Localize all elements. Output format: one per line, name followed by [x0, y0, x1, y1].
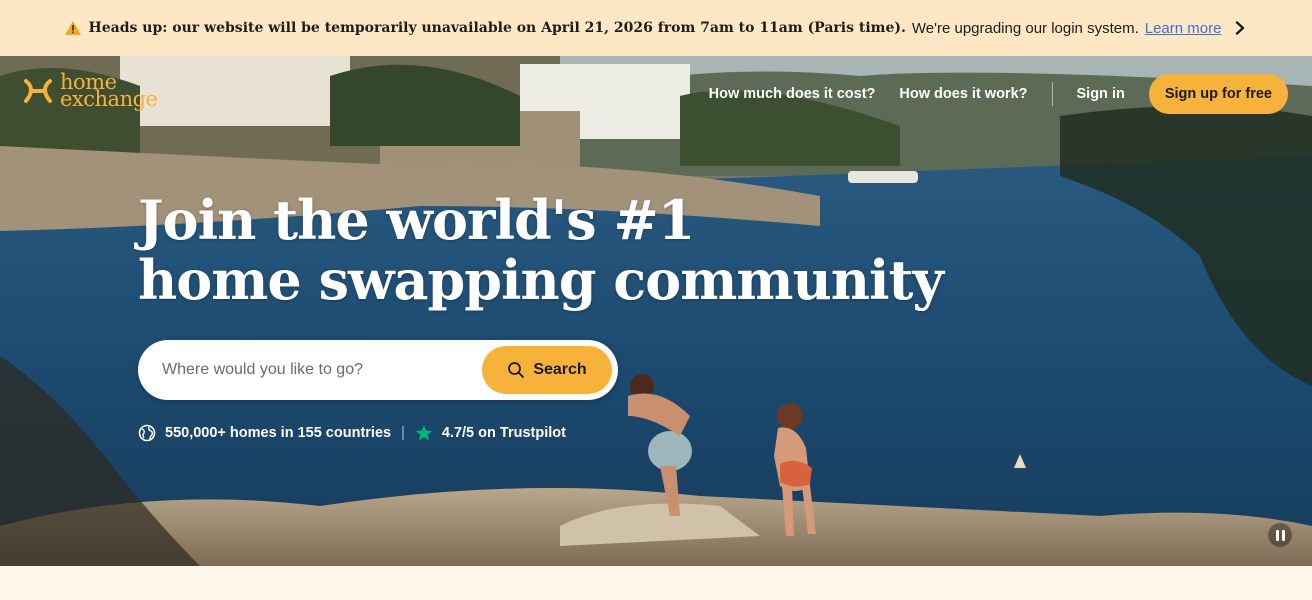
search-button[interactable]: Search: [482, 346, 612, 394]
announcement-banner: Heads up: our website will be temporaril…: [0, 0, 1312, 56]
destination-search: Search: [138, 340, 618, 400]
destination-search-input[interactable]: [162, 361, 482, 379]
search-button-label: Search: [533, 361, 587, 378]
hero-headline: Join the world's #1 home swapping commun…: [138, 188, 944, 312]
logo-icon: [24, 79, 52, 103]
sign-in-link[interactable]: Sign in: [1077, 86, 1125, 102]
search-icon: [508, 362, 525, 378]
pause-video-button[interactable]: [1268, 523, 1292, 547]
headline-line1: Join the world's #1: [138, 188, 695, 252]
sign-up-button[interactable]: Sign up for free: [1148, 74, 1288, 114]
main-nav: How much does it cost? How does it work?…: [685, 74, 1288, 114]
chevron-right-icon[interactable]: [1233, 21, 1247, 35]
globe-icon: [138, 424, 156, 442]
homeexchange-logo[interactable]: home exchange: [22, 72, 158, 111]
stats-separator: |: [401, 425, 405, 441]
logo-text-line2: exchange: [60, 87, 158, 111]
page-content-start: [0, 566, 1312, 600]
warning-icon: [64, 21, 81, 35]
hero-stats: 550,000+ homes in 155 countries | 4.7/5 …: [138, 424, 566, 442]
nav-divider: [1051, 82, 1053, 106]
learn-more-link[interactable]: Learn more: [1145, 20, 1222, 37]
pause-icon-bar: [1281, 529, 1285, 541]
banner-bold-text: Heads up: our website will be temporaril…: [88, 20, 906, 36]
nav-cost-link[interactable]: How much does it cost?: [709, 86, 876, 102]
headline-line2: home swapping community: [138, 248, 944, 312]
banner-text: We're upgrading our login system.: [911, 19, 1139, 37]
pause-icon-bar: [1275, 529, 1279, 541]
trustpilot-rating-text: 4.7/5 on Trustpilot: [441, 425, 566, 441]
nav-how-link[interactable]: How does it work?: [899, 86, 1027, 102]
trustpilot-star-icon: [415, 425, 433, 441]
homes-count-text: 550,000+ homes in 155 countries: [165, 425, 392, 441]
